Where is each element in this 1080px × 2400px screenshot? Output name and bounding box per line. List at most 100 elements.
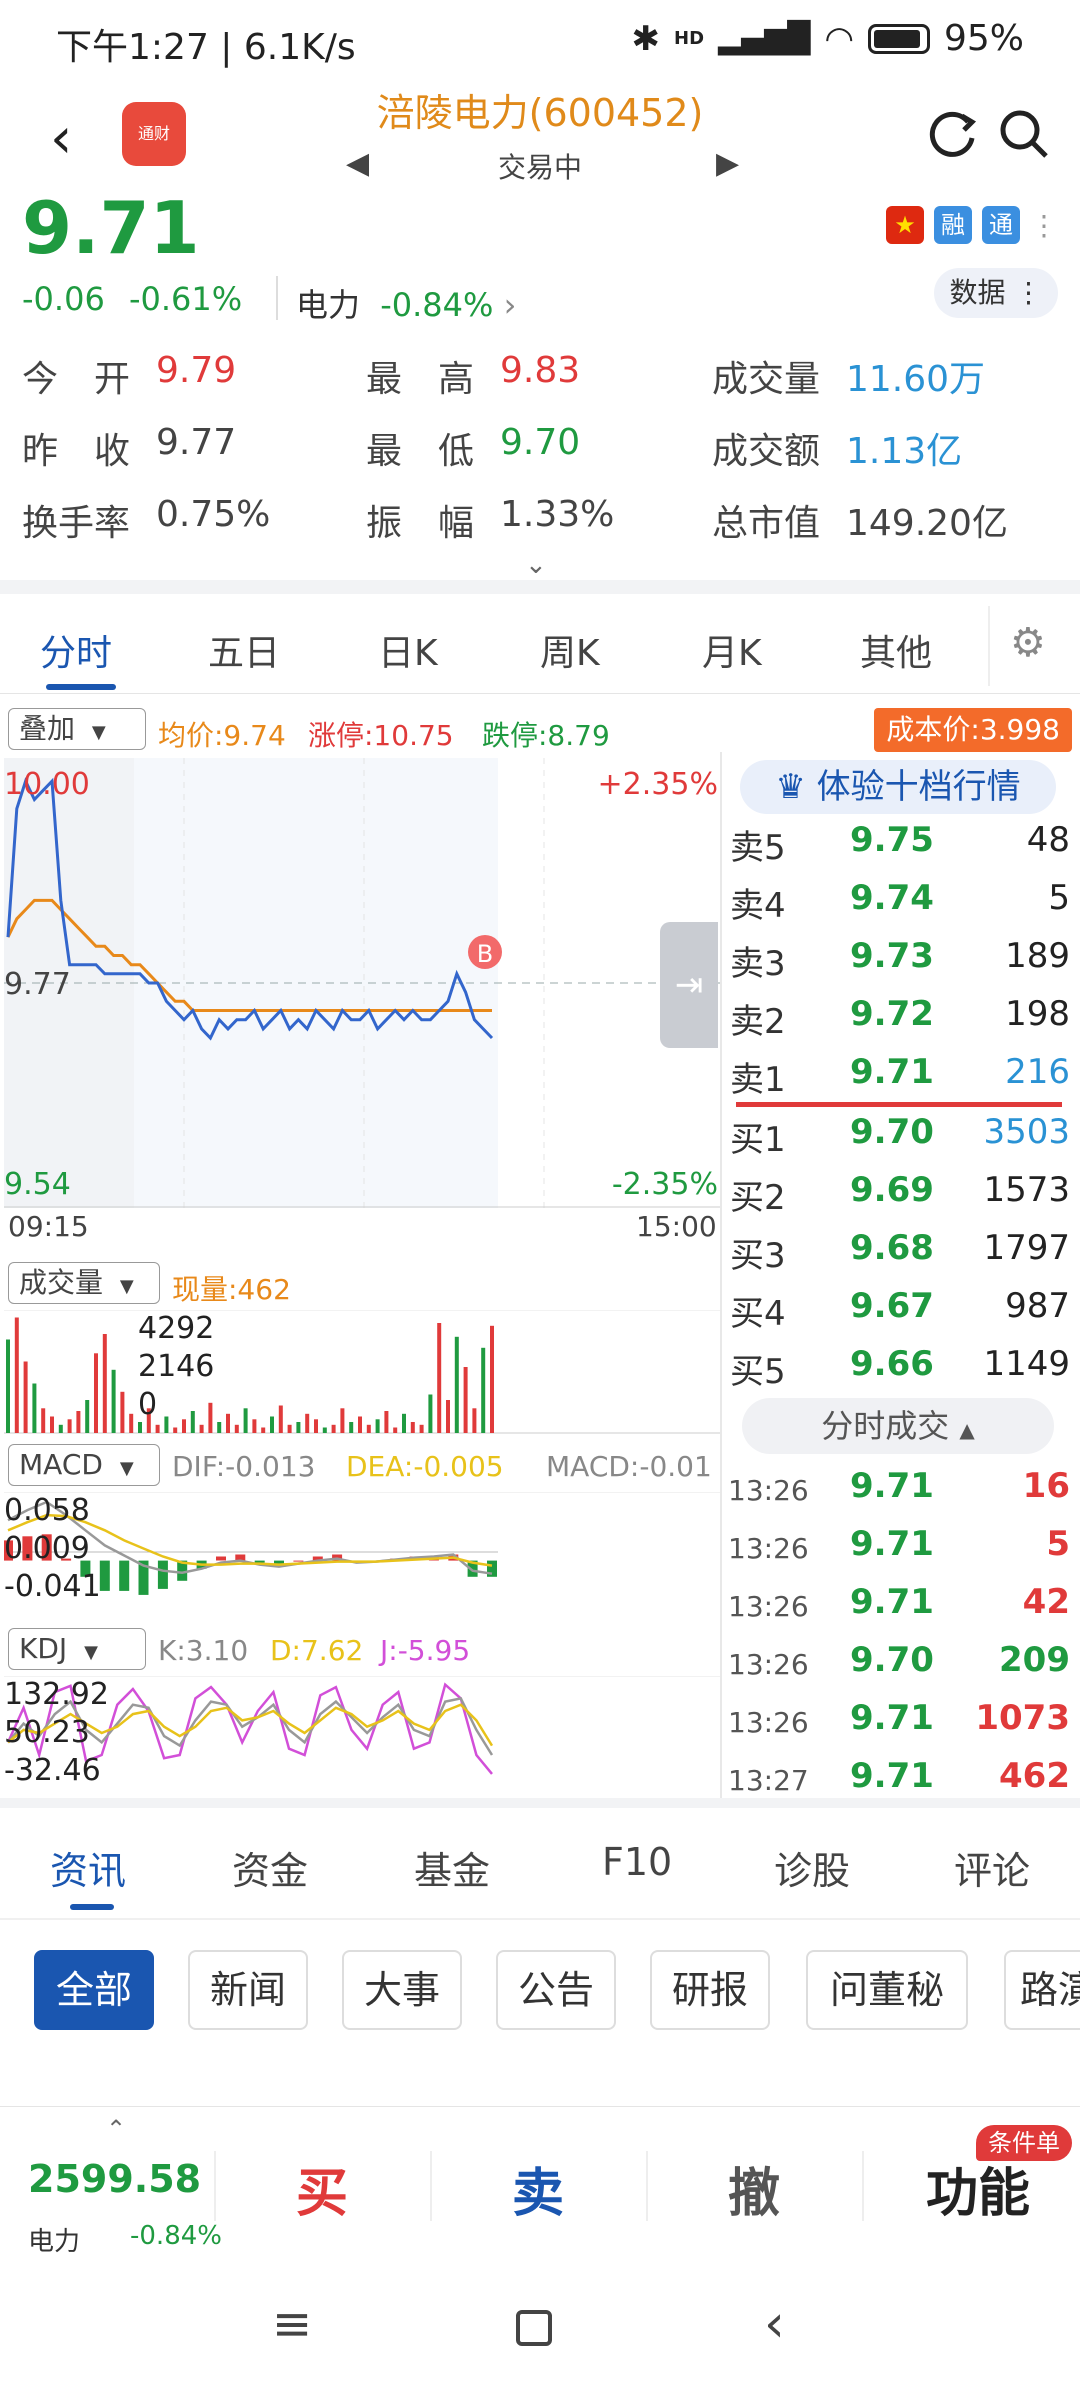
kdj-select-label: KDJ — [19, 1632, 68, 1665]
stock-title[interactable]: 涪陵电力(600452) — [0, 82, 1080, 137]
overlay-select[interactable]: 叠加 ▼ — [8, 708, 146, 750]
volume-bar — [419, 1424, 424, 1433]
tab-news[interactable]: 资讯 — [50, 1840, 126, 1895]
bid-row[interactable]: 买5 9.66 1149 — [730, 1344, 1070, 1402]
tab-comments[interactable]: 评论 — [954, 1840, 1030, 1895]
ask-volume: 48 — [1026, 820, 1070, 860]
tab-diagnosis[interactable]: 诊股 — [774, 1840, 850, 1895]
volume-tick-mid: 2146 — [138, 1349, 214, 1384]
volume-bar — [190, 1411, 195, 1433]
news-tabs: 资讯 资金 基金 F10 诊股 评论 — [0, 1808, 1080, 1918]
ask-row[interactable]: 卖4 9.74 5 — [730, 878, 1070, 936]
function-button[interactable]: 功能 — [926, 2151, 1030, 2226]
volume-bar — [261, 1427, 266, 1433]
bid-label: 买5 — [730, 1352, 786, 1392]
ask-row[interactable]: 卖3 9.73 189 — [730, 936, 1070, 994]
buy-marker[interactable]: B — [468, 935, 502, 969]
bid-price: 9.67 — [850, 1286, 934, 1326]
sector-link[interactable]: 电力 -0.84% › — [296, 280, 516, 326]
ask-row[interactable]: 卖2 9.72 198 — [730, 994, 1070, 1052]
prev-stock-icon[interactable]: ◀ — [346, 146, 369, 181]
chip-roadshow[interactable]: 路演 — [1004, 1950, 1080, 2030]
caret-up-icon[interactable]: ⌃ — [106, 2115, 126, 2143]
volume-bar — [76, 1411, 81, 1433]
trade-volume: 1073 — [975, 1698, 1070, 1738]
volume-bar — [340, 1408, 345, 1433]
kdj-select[interactable]: KDJ ▼ — [8, 1628, 146, 1670]
macd-tick-min: -0.041 — [4, 1569, 101, 1604]
bid-row[interactable]: 买2 9.69 1573 — [730, 1170, 1070, 1228]
chip-ask-secretary[interactable]: 问董秘 — [806, 1950, 968, 2030]
tab-f10[interactable]: F10 — [602, 1840, 672, 1884]
expand-chevron-icon[interactable]: ⌄ — [525, 550, 547, 580]
refresh-icon[interactable] — [922, 104, 982, 164]
tab-daily-k[interactable]: 日K — [378, 624, 438, 676]
tab-intraday[interactable]: 分时 — [40, 624, 112, 676]
avg-price: 均价:9.74 — [158, 719, 286, 752]
trade-time: 13:26 — [728, 1648, 809, 1681]
sell-button[interactable]: 卖 — [512, 2151, 564, 2226]
ask-row[interactable]: 卖5 9.75 48 — [730, 820, 1070, 878]
trade-price: 9.71 — [850, 1756, 934, 1796]
premium-quotes-button[interactable]: ♛ 体验十档行情 — [740, 760, 1056, 814]
macd-pane-header: MACD ▼ DIF:-0.013 DEA:-0.005 MACD:-0.01 — [8, 1444, 722, 1488]
collapse-panel-handle[interactable]: ⇥ — [660, 922, 718, 1048]
more-icon[interactable]: ⋮ — [1030, 209, 1058, 242]
chip-events[interactable]: 大事 — [342, 1950, 462, 2030]
bid-row[interactable]: 买1 9.70 3503 — [730, 1112, 1070, 1170]
trade-row: 13:26 9.70 209 — [728, 1640, 1070, 1698]
tab-funds-flow[interactable]: 资金 — [232, 1840, 308, 1895]
tab-weekly-k[interactable]: 周K — [540, 624, 600, 676]
ask-label: 卖4 — [730, 886, 786, 926]
sector-index-value[interactable]: 2599.58 — [28, 2157, 201, 2201]
home-icon[interactable] — [516, 2310, 552, 2346]
bid-price: 9.70 — [850, 1112, 934, 1152]
kdj-j: J:-5.95 — [380, 1634, 471, 1667]
trade-volume: 462 — [999, 1756, 1070, 1796]
bid-row[interactable]: 买4 9.67 987 — [730, 1286, 1070, 1344]
volume-bar — [252, 1419, 257, 1433]
macd-select[interactable]: MACD ▼ — [8, 1444, 160, 1486]
trade-row: 13:26 9.71 16 — [728, 1466, 1070, 1524]
tab-monthly-k[interactable]: 月K — [702, 624, 762, 676]
chip-all[interactable]: 全部 — [34, 1950, 154, 2030]
data-button[interactable]: 数据 ⋮ — [934, 268, 1058, 318]
next-stock-icon[interactable]: ▶ — [716, 146, 739, 181]
buy-button[interactable]: 买 — [296, 2151, 348, 2226]
cancel-order-button[interactable]: 撤 — [728, 2151, 780, 2226]
price-change: -0.06 -0.61% — [22, 280, 242, 318]
chip-announcements[interactable]: 公告 — [496, 1950, 616, 2030]
tab-five-day[interactable]: 五日 — [208, 624, 280, 676]
tab-fund[interactable]: 基金 — [414, 1840, 490, 1895]
volume-select[interactable]: 成交量 ▼ — [8, 1262, 160, 1304]
volume-bar — [446, 1400, 450, 1433]
search-icon[interactable] — [994, 104, 1054, 164]
divider — [214, 2151, 216, 2221]
chip-news[interactable]: 新闻 — [188, 1950, 308, 2030]
caret-down-icon: ▼ — [119, 1458, 134, 1479]
menu-icon[interactable]: ≡ — [272, 2296, 312, 2352]
trade-time: 13:26 — [728, 1590, 809, 1623]
divider — [430, 2151, 432, 2221]
trade-row: 13:26 9.71 1073 — [728, 1698, 1070, 1756]
gear-icon[interactable]: ⚙ — [1010, 620, 1046, 666]
quote-row: 今 开 9.79 最 高 9.83 成交量 11.60万 — [22, 350, 1062, 420]
sector-index-percent: -0.84% — [130, 2221, 222, 2251]
volume-bar — [384, 1411, 389, 1433]
quote-value: 0.75% — [156, 494, 271, 535]
bid-row[interactable]: 买3 9.68 1797 — [730, 1228, 1070, 1286]
quote-value: 9.79 — [156, 350, 237, 391]
intraday-chart[interactable]: B 10.00 9.77 9.54 +2.35% -2.35% — [4, 758, 720, 1208]
ask-label: 卖2 — [730, 1002, 786, 1042]
back-nav-icon[interactable]: ‹ — [764, 2294, 785, 2354]
volume-bar — [58, 1424, 63, 1433]
ask-label: 卖3 — [730, 944, 786, 984]
y-max-label: 10.00 — [4, 767, 90, 802]
chip-research[interactable]: 研报 — [650, 1950, 770, 2030]
active-tab-indicator — [46, 684, 116, 690]
margin-badge[interactable]: 融 — [934, 206, 972, 244]
cost-price-badge[interactable]: 成本价:3.998 — [874, 708, 1072, 752]
tick-trades-toggle[interactable]: 分时成交 ▲ — [742, 1398, 1054, 1454]
connect-badge[interactable]: 通 — [982, 206, 1020, 244]
tab-other[interactable]: 其他 — [860, 624, 932, 676]
